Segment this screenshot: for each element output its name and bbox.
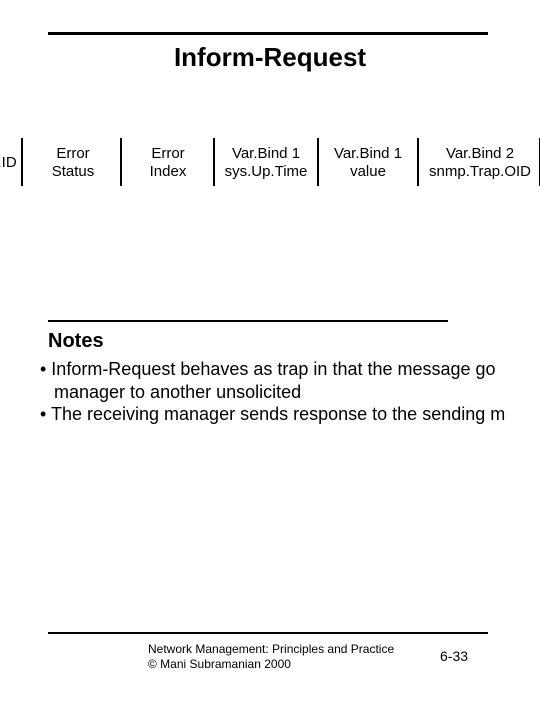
pdu-field-error-index: Error Index [124, 140, 212, 186]
pdu-separator [120, 138, 122, 186]
footer-page-number: 6-33 [440, 648, 468, 664]
notes-body: • Inform-Request behaves as trap in that… [40, 358, 540, 426]
notes-rule [48, 320, 448, 322]
pdu-field-text: Index [124, 163, 212, 181]
slide-title: Inform-Request [0, 42, 540, 73]
pdu-field-text: snmp.Trap.OID [420, 163, 540, 181]
pdu-field-text: t.ID [0, 154, 20, 172]
pdu-separator [213, 138, 215, 186]
pdu-field-text: sys.Up.Time [216, 163, 316, 181]
pdu-field-text: Error [28, 145, 118, 163]
pdu-structure-row: t.ID Error Status Error Index Var.Bind 1… [0, 140, 540, 190]
footer-source-line2: © Mani Subramanian 2000 [148, 657, 394, 672]
pdu-field-error-status: Error Status [28, 140, 118, 186]
notes-bullet-2-line1: • The receiving manager sends response t… [40, 403, 540, 426]
pdu-field-id: t.ID [0, 140, 20, 186]
pdu-field-text: Status [28, 163, 118, 181]
top-rule [48, 32, 488, 35]
pdu-field-varbind2-name: Var.Bind 2 snmp.Trap.OID [420, 140, 540, 186]
pdu-field-varbind1-value: Var.Bind 1 value [320, 140, 416, 186]
pdu-field-text: Var.Bind 1 [320, 145, 416, 163]
pdu-field-varbind1-name: Var.Bind 1 sys.Up.Time [216, 140, 316, 186]
pdu-field-text: Error [124, 145, 212, 163]
footer-rule [48, 632, 488, 634]
pdu-field-text: Var.Bind 1 [216, 145, 316, 163]
notes-bullet-1-line2: manager to another unsolicited [40, 381, 540, 404]
pdu-separator [317, 138, 319, 186]
pdu-separator [417, 138, 419, 186]
pdu-field-text: value [320, 163, 416, 181]
pdu-field-text: Var.Bind 2 [420, 145, 540, 163]
footer-source-line1: Network Management: Principles and Pract… [148, 642, 394, 657]
pdu-separator [21, 138, 23, 186]
notes-bullet-1-line1: • Inform-Request behaves as trap in that… [40, 358, 540, 381]
footer-source: Network Management: Principles and Pract… [148, 642, 394, 672]
notes-heading: Notes [48, 330, 104, 353]
